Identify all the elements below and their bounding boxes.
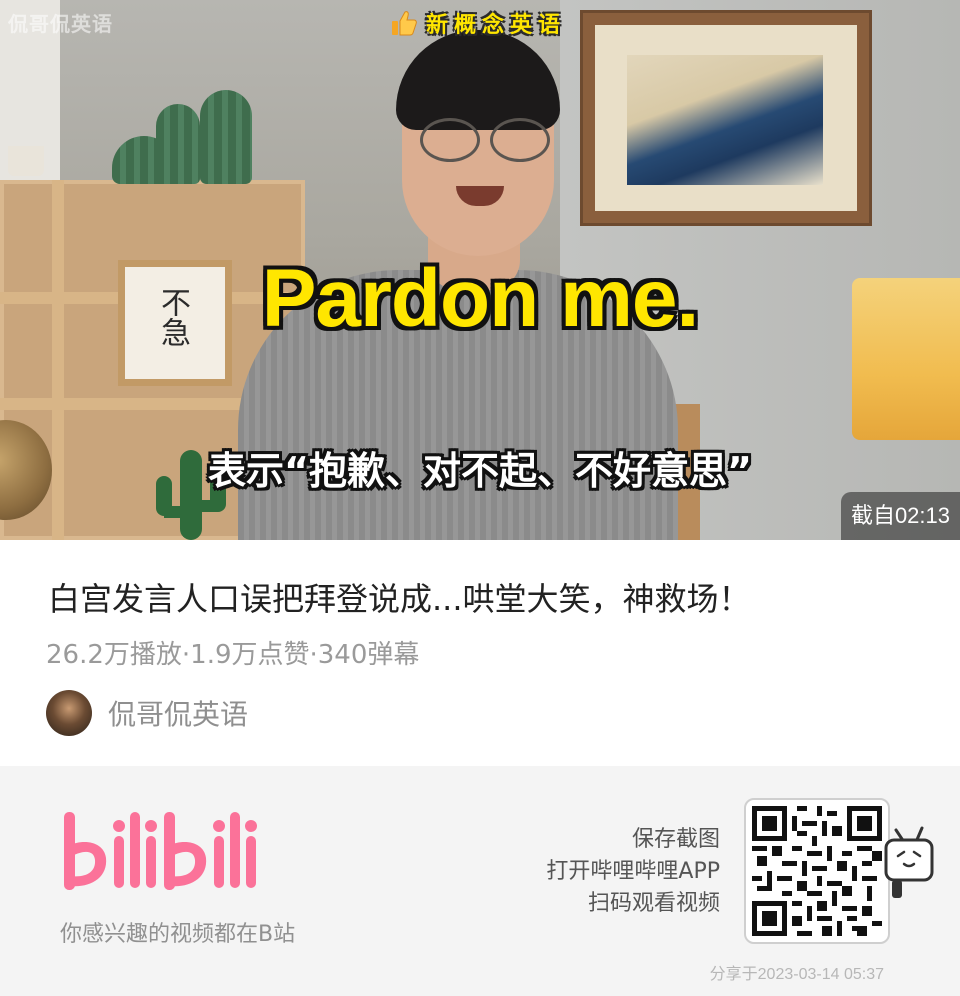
- series-badge-text: 新概念英语: [426, 13, 567, 38]
- video-title[interactable]: 白宫发言人口误把拜登说成...哄堂大笑，神救场！: [48, 574, 928, 620]
- bilibili-slogan: 你感兴趣的视频都在B站: [60, 922, 296, 947]
- channel-watermark: 侃哥侃英语: [8, 12, 113, 36]
- painting-art: [627, 55, 823, 185]
- video-screenshot[interactable]: 不急 侃哥侃英语 新概念英语 Pardon me. 表示“抱歉、对不起、不好意思…: [0, 0, 960, 540]
- glasses-lens: [420, 118, 480, 162]
- cactus-plant: [200, 90, 252, 184]
- painting-mat: [595, 25, 857, 211]
- qr-code[interactable]: [752, 806, 882, 936]
- bilibili-logo: [64, 812, 257, 890]
- chinese-caption: 表示“抱歉、对不起、不好意思”: [208, 449, 752, 493]
- video-stats: 26.2万播放·1.9万点赞·340弹幕: [46, 640, 420, 670]
- glasses-lens: [490, 118, 550, 162]
- timestamp-badge: 截自02:13: [840, 492, 960, 540]
- promo-line: 打开哔哩哔哩APP: [546, 859, 720, 884]
- avatar[interactable]: [46, 690, 92, 736]
- thumbs-up-icon: [392, 11, 417, 36]
- qr-code-card[interactable]: [744, 798, 890, 944]
- share-timestamp: 分享于2023-03-14 05:37: [709, 966, 884, 983]
- series-badge: 新概念英语: [390, 8, 566, 38]
- tv-mascot-icon: [884, 826, 934, 898]
- share-footer: 你感兴趣的视频都在B站 保存截图 打开哔哩哔哩APP 扫码观看视频 分享于202…: [0, 766, 960, 996]
- plant-pot: [8, 146, 44, 176]
- english-caption: Pardon me.: [261, 253, 700, 344]
- promo-text: 保存截图 打开哔哩哔哩APP 扫码观看视频: [546, 824, 720, 920]
- promo-line: 扫码观看视频: [587, 891, 720, 916]
- presenter-hair: [396, 30, 560, 130]
- uploader-name[interactable]: 侃哥侃英语: [108, 693, 248, 733]
- promo-line: 保存截图: [631, 827, 720, 852]
- wave-painting: [580, 10, 872, 226]
- cactus-plant: [156, 104, 200, 184]
- uploader-row[interactable]: 侃哥侃英语: [46, 690, 248, 736]
